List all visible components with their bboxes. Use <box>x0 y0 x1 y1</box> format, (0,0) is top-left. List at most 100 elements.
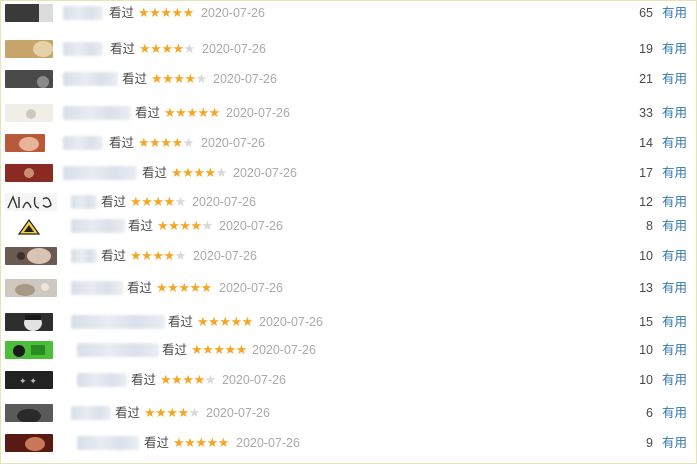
username[interactable] <box>71 406 111 420</box>
avatar[interactable] <box>5 104 53 122</box>
list-item: 看过 ★★★★★ 2020-07-26 14 有用 <box>1 132 697 154</box>
list-item: 看过 ★★★★★ 2020-07-26 65 有用 <box>1 2 697 24</box>
star-icon: ★ <box>193 165 205 180</box>
username[interactable] <box>71 281 123 295</box>
rating-status: 看过 <box>115 406 141 420</box>
username[interactable] <box>63 72 118 86</box>
star-icon: ★ <box>138 135 150 150</box>
useful-button[interactable]: 有用 <box>662 218 687 234</box>
star-icon: ★ <box>215 165 228 180</box>
avatar[interactable] <box>5 434 53 452</box>
star-icon: ★ <box>171 165 183 180</box>
username[interactable] <box>77 343 159 357</box>
star-icon: ★ <box>163 248 175 263</box>
username[interactable] <box>77 373 127 387</box>
useful-button[interactable]: 有用 <box>662 280 687 296</box>
star-icon: ★ <box>156 280 168 295</box>
star-icon: ★ <box>149 5 161 20</box>
username[interactable] <box>63 106 131 120</box>
review-date: 2020-07-26 <box>236 436 300 450</box>
star-rating: ★★★★★ <box>138 5 194 21</box>
review-date: 2020-07-26 <box>259 315 323 329</box>
star-icon: ★ <box>177 405 189 420</box>
username[interactable] <box>63 6 103 20</box>
useful-button[interactable]: 有用 <box>662 71 687 87</box>
useful-button[interactable]: 有用 <box>662 372 687 388</box>
useful-button[interactable]: 有用 <box>662 248 687 264</box>
rating-status: 看过 <box>168 315 194 329</box>
rating-status: 看过 <box>122 72 148 86</box>
list-item: ✦ ✦ 看过 ★★★★★ 2020-07-26 10 有用 <box>1 369 697 391</box>
star-icon: ★ <box>141 248 153 263</box>
useful-count: 14 <box>639 136 653 150</box>
avatar[interactable]: ✦ ✦ <box>5 371 53 389</box>
avatar[interactable] <box>5 279 57 297</box>
star-rating: ★★★★★ <box>151 71 207 87</box>
useful-count: 33 <box>639 106 653 120</box>
star-icon: ★ <box>171 5 183 20</box>
useful-button[interactable]: 有用 <box>662 105 687 121</box>
star-icon: ★ <box>241 314 254 329</box>
star-icon: ★ <box>191 342 203 357</box>
avatar[interactable] <box>5 313 53 331</box>
avatar[interactable] <box>5 341 53 359</box>
rating-status: 看过 <box>110 42 136 56</box>
username[interactable] <box>71 249 97 263</box>
star-rating: ★★★★★ <box>173 435 229 451</box>
useful-button[interactable]: 有用 <box>662 5 687 21</box>
star-icon: ★ <box>184 71 196 86</box>
avatar[interactable] <box>5 404 53 422</box>
list-item: 看过 ★★★★★ 2020-07-26 15 有用 <box>1 311 697 333</box>
star-icon: ★ <box>183 41 196 56</box>
star-icon: ★ <box>189 280 201 295</box>
star-rating: ★★★★★ <box>144 405 200 421</box>
avatar[interactable] <box>5 40 53 58</box>
useful-button[interactable]: 有用 <box>662 165 687 181</box>
star-icon: ★ <box>172 41 184 56</box>
username[interactable] <box>77 436 139 450</box>
star-icon: ★ <box>230 314 242 329</box>
star-icon: ★ <box>208 105 221 120</box>
rating-status: 看过 <box>101 195 127 209</box>
star-icon: ★ <box>130 248 142 263</box>
useful-button[interactable]: 有用 <box>662 135 687 151</box>
useful-button[interactable]: 有用 <box>662 194 687 210</box>
avatar[interactable] <box>5 217 53 235</box>
star-icon: ★ <box>160 135 172 150</box>
useful-button[interactable]: 有用 <box>662 342 687 358</box>
star-rating: ★★★★★ <box>156 280 212 296</box>
username[interactable] <box>71 219 125 233</box>
username[interactable] <box>63 166 137 180</box>
rating-status: 看过 <box>135 106 161 120</box>
avatar[interactable] <box>5 134 45 152</box>
list-item: 看过 ★★★★★ 2020-07-26 9 有用 <box>1 432 697 454</box>
star-icon: ★ <box>213 342 225 357</box>
star-rating: ★★★★★ <box>139 41 195 57</box>
avatar[interactable] <box>5 164 53 182</box>
useful-button[interactable]: 有用 <box>662 314 687 330</box>
username[interactable] <box>63 42 103 56</box>
star-rating: ★★★★★ <box>197 314 253 330</box>
star-rating: ★★★★★ <box>157 218 213 234</box>
rating-status: 看过 <box>144 436 170 450</box>
rating-status: 看过 <box>127 281 153 295</box>
username[interactable] <box>71 315 165 329</box>
star-icon: ★ <box>206 435 218 450</box>
useful-button[interactable]: 有用 <box>662 41 687 57</box>
star-icon: ★ <box>167 280 179 295</box>
avatar[interactable] <box>5 247 57 265</box>
username[interactable] <box>71 195 97 209</box>
star-icon: ★ <box>163 194 175 209</box>
useful-button[interactable]: 有用 <box>662 405 687 421</box>
review-date: 2020-07-26 <box>226 106 290 120</box>
avatar[interactable] <box>5 70 53 88</box>
useful-count: 17 <box>639 166 653 180</box>
username[interactable] <box>63 136 103 150</box>
star-icon: ★ <box>160 5 172 20</box>
avatar[interactable] <box>5 193 57 211</box>
useful-button[interactable]: 有用 <box>662 435 687 451</box>
star-icon: ★ <box>190 218 202 233</box>
list-item: 看过 ★★★★★ 2020-07-26 17 有用 <box>1 162 697 184</box>
star-icon: ★ <box>164 105 176 120</box>
avatar[interactable] <box>5 4 53 22</box>
